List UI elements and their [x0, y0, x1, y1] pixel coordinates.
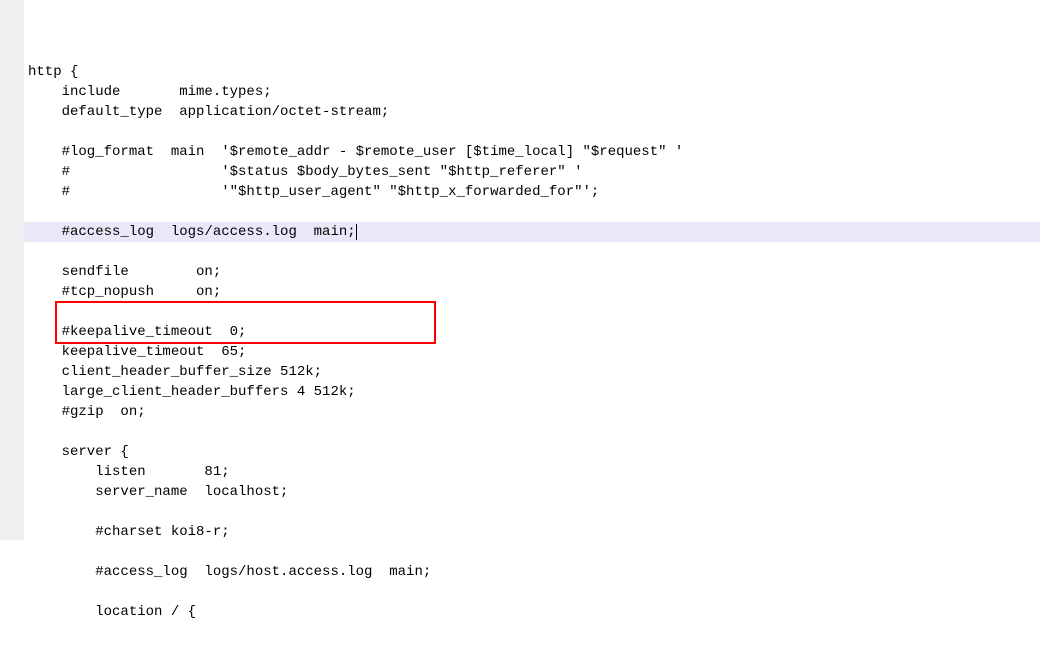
code-line[interactable]: #charset koi8-r;: [24, 522, 1040, 542]
code-line[interactable]: #access_log logs/host.access.log main;: [24, 562, 1040, 582]
code-content[interactable]: http { include mime.types; default_type …: [24, 0, 1040, 540]
code-line[interactable]: #keepalive_timeout 0;: [24, 322, 1040, 342]
code-line[interactable]: #tcp_nopush on;: [24, 282, 1040, 302]
code-line[interactable]: # '$status $body_bytes_sent "$http_refer…: [24, 162, 1040, 182]
code-line[interactable]: default_type application/octet-stream;: [24, 102, 1040, 122]
code-line[interactable]: [24, 122, 1040, 142]
code-editor: http { include mime.types; default_type …: [0, 0, 1040, 540]
code-line[interactable]: keepalive_timeout 65;: [24, 342, 1040, 362]
code-line[interactable]: listen 81;: [24, 462, 1040, 482]
code-line[interactable]: large_client_header_buffers 4 512k;: [24, 382, 1040, 402]
code-line[interactable]: #access_log logs/access.log main;: [24, 222, 1040, 242]
code-line[interactable]: location / {: [24, 602, 1040, 622]
code-line[interactable]: [24, 542, 1040, 562]
code-line[interactable]: http {: [24, 62, 1040, 82]
code-line[interactable]: server_name localhost;: [24, 482, 1040, 502]
code-line[interactable]: [24, 302, 1040, 322]
code-line[interactable]: #log_format main '$remote_addr - $remote…: [24, 142, 1040, 162]
line-number-gutter: [0, 0, 24, 540]
code-line[interactable]: #gzip on;: [24, 402, 1040, 422]
code-line[interactable]: [24, 502, 1040, 522]
code-line[interactable]: include mime.types;: [24, 82, 1040, 102]
code-line[interactable]: [24, 242, 1040, 262]
code-line[interactable]: [24, 202, 1040, 222]
code-line[interactable]: [24, 422, 1040, 442]
text-cursor: [356, 224, 357, 240]
code-line[interactable]: sendfile on;: [24, 262, 1040, 282]
code-line[interactable]: server {: [24, 442, 1040, 462]
code-line[interactable]: [24, 582, 1040, 602]
code-line[interactable]: # '"$http_user_agent" "$http_x_forwarded…: [24, 182, 1040, 202]
code-line[interactable]: client_header_buffer_size 512k;: [24, 362, 1040, 382]
